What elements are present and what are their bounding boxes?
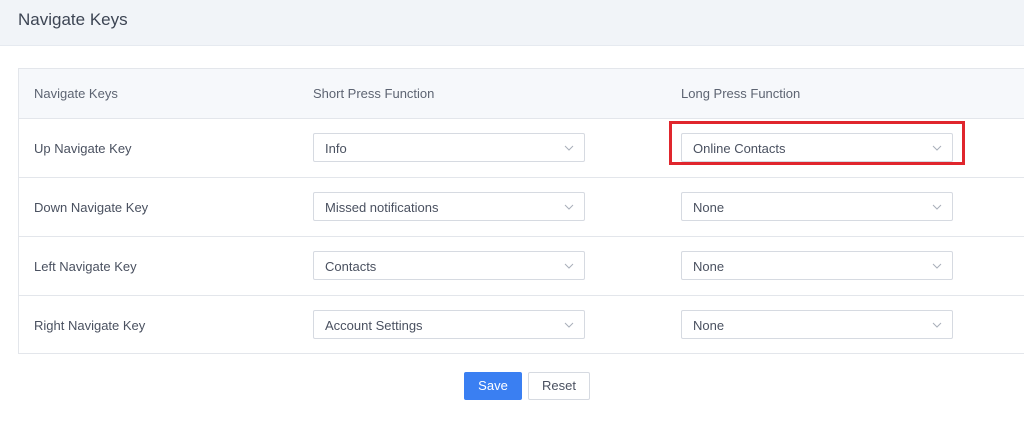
left-short-press-select[interactable]: Contacts <box>313 251 585 280</box>
down-long-press-select[interactable]: None <box>681 192 953 221</box>
column-header-navigate-keys: Navigate Keys <box>34 86 118 101</box>
chevron-down-icon <box>564 263 574 269</box>
table-header: Navigate Keys Short Press Function Long … <box>19 69 1024 119</box>
select-value: None <box>693 318 725 333</box>
chevron-down-icon <box>564 204 574 210</box>
page-header: Navigate Keys <box>0 0 1024 46</box>
chevron-down-icon <box>932 322 942 328</box>
select-value: Info <box>325 141 347 156</box>
column-header-long-press: Long Press Function <box>681 86 801 101</box>
row-label-down-navigate-key: Down Navigate Key <box>34 200 149 215</box>
right-long-press-select[interactable]: None <box>681 310 953 339</box>
navigate-keys-table: Navigate Keys Short Press Function Long … <box>18 68 1024 354</box>
select-value: None <box>693 259 725 274</box>
row-label-up-navigate-key: Up Navigate Key <box>34 141 132 156</box>
chevron-down-icon <box>932 204 942 210</box>
chevron-down-icon <box>564 145 574 151</box>
select-value: Contacts <box>325 259 377 274</box>
select-value: None <box>693 200 725 215</box>
save-button[interactable]: Save <box>464 372 522 400</box>
select-value: Missed notifications <box>325 200 439 215</box>
row-label-left-navigate-key: Left Navigate Key <box>34 259 137 274</box>
table-row: Right Navigate Key Account Settings None <box>19 296 1024 355</box>
reset-button[interactable]: Reset <box>528 372 590 400</box>
page-title: Navigate Keys <box>18 10 128 29</box>
left-long-press-select[interactable]: None <box>681 251 953 280</box>
chevron-down-icon <box>564 322 574 328</box>
highlight-box <box>669 121 965 165</box>
row-label-right-navigate-key: Right Navigate Key <box>34 318 146 333</box>
table-row: Left Navigate Key Contacts None <box>19 237 1024 296</box>
chevron-down-icon <box>932 263 942 269</box>
down-short-press-select[interactable]: Missed notifications <box>313 192 585 221</box>
up-short-press-select[interactable]: Info <box>313 133 585 162</box>
right-short-press-select[interactable]: Account Settings <box>313 310 585 339</box>
column-header-short-press: Short Press Function <box>313 86 435 101</box>
table-row: Down Navigate Key Missed notifications N… <box>19 178 1024 237</box>
select-value: Account Settings <box>325 318 423 333</box>
